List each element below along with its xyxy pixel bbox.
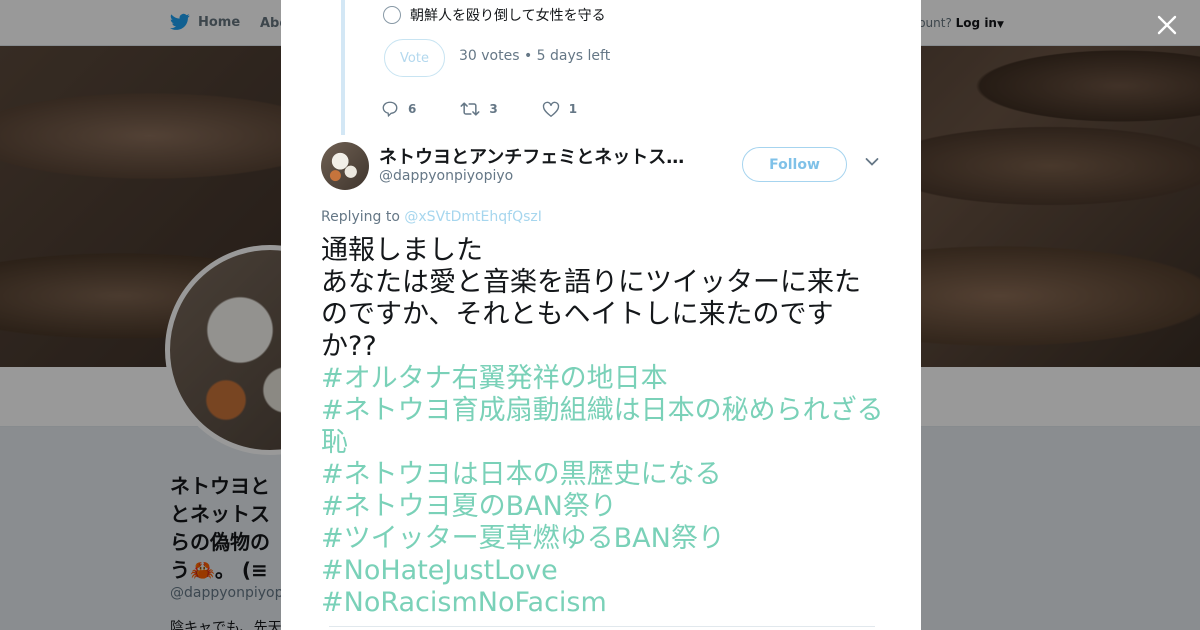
hashtag-link[interactable]: #ネトウヨ育成扇動組織は日本の秘められざる恥 — [321, 395, 886, 459]
vote-button[interactable]: Vote — [384, 39, 445, 77]
retweet-count: 3 — [489, 102, 498, 116]
like-action[interactable]: 1 — [542, 101, 577, 118]
hashtag-link[interactable]: #ネトウヨ夏のBAN祭り — [321, 491, 886, 523]
poll-meta: 30 votes • 5 days left — [459, 48, 611, 64]
replying-prefix: Replying to — [321, 209, 405, 225]
poll-option[interactable]: 朝鮮人を殴り倒して女性を守る — [383, 5, 606, 25]
follow-button[interactable]: Follow — [742, 147, 847, 182]
close-button[interactable] — [1152, 10, 1182, 40]
hashtag-link[interactable]: #NoRacismNoFacism — [321, 587, 886, 619]
tweet-modal: 朝鮮人を殴り倒して女性を守る Vote 30 votes • 5 days le… — [281, 0, 921, 630]
author-handle[interactable]: @dappyonpiyopiyo — [379, 168, 513, 184]
tweet-actions: 6 3 1 — [381, 100, 621, 118]
hashtag-link[interactable]: #オルタナ右翼発祥の地日本 — [321, 363, 886, 395]
divider — [329, 626, 875, 627]
tweet-text-line: あなたは愛と音楽を語りにツイッターに来たのですか、それともヘイトしに来たのですか… — [321, 267, 861, 362]
thread-connector-line — [341, 0, 345, 135]
retweet-icon — [460, 102, 480, 116]
tweet-text-line: 通報しました — [321, 235, 483, 266]
chevron-down-icon[interactable] — [865, 157, 879, 167]
heart-icon — [542, 101, 559, 117]
reply-count: 6 — [408, 102, 417, 116]
radio-button[interactable] — [383, 6, 401, 24]
like-count: 1 — [568, 102, 578, 116]
reply-action[interactable]: 6 — [381, 100, 416, 118]
replying-to-handle[interactable]: @xSVtDmtEhqfQszI — [404, 209, 541, 225]
hashtag-link[interactable]: #NoHateJustLove — [321, 555, 886, 587]
poll-option-label: 朝鮮人を殴り倒して女性を守る — [410, 8, 606, 24]
replying-to: Replying to @xSVtDmtEhqfQszI — [321, 209, 542, 225]
retweet-action[interactable]: 3 — [460, 100, 498, 118]
author-name[interactable]: ネトウヨとアンチフェミとネットス… — [379, 143, 699, 169]
author-avatar[interactable] — [321, 142, 369, 190]
reply-icon — [382, 101, 398, 118]
close-icon — [1157, 15, 1177, 35]
hashtag-link[interactable]: #ネトウヨは日本の黒歴史になる — [321, 459, 886, 491]
tweet-text: 通報しました あなたは愛と音楽を語りにツイッターに来たのですか、それともヘイトし… — [321, 235, 886, 619]
hashtag-link[interactable]: #ツイッター夏草燃ゆるBAN祭り — [321, 523, 886, 555]
